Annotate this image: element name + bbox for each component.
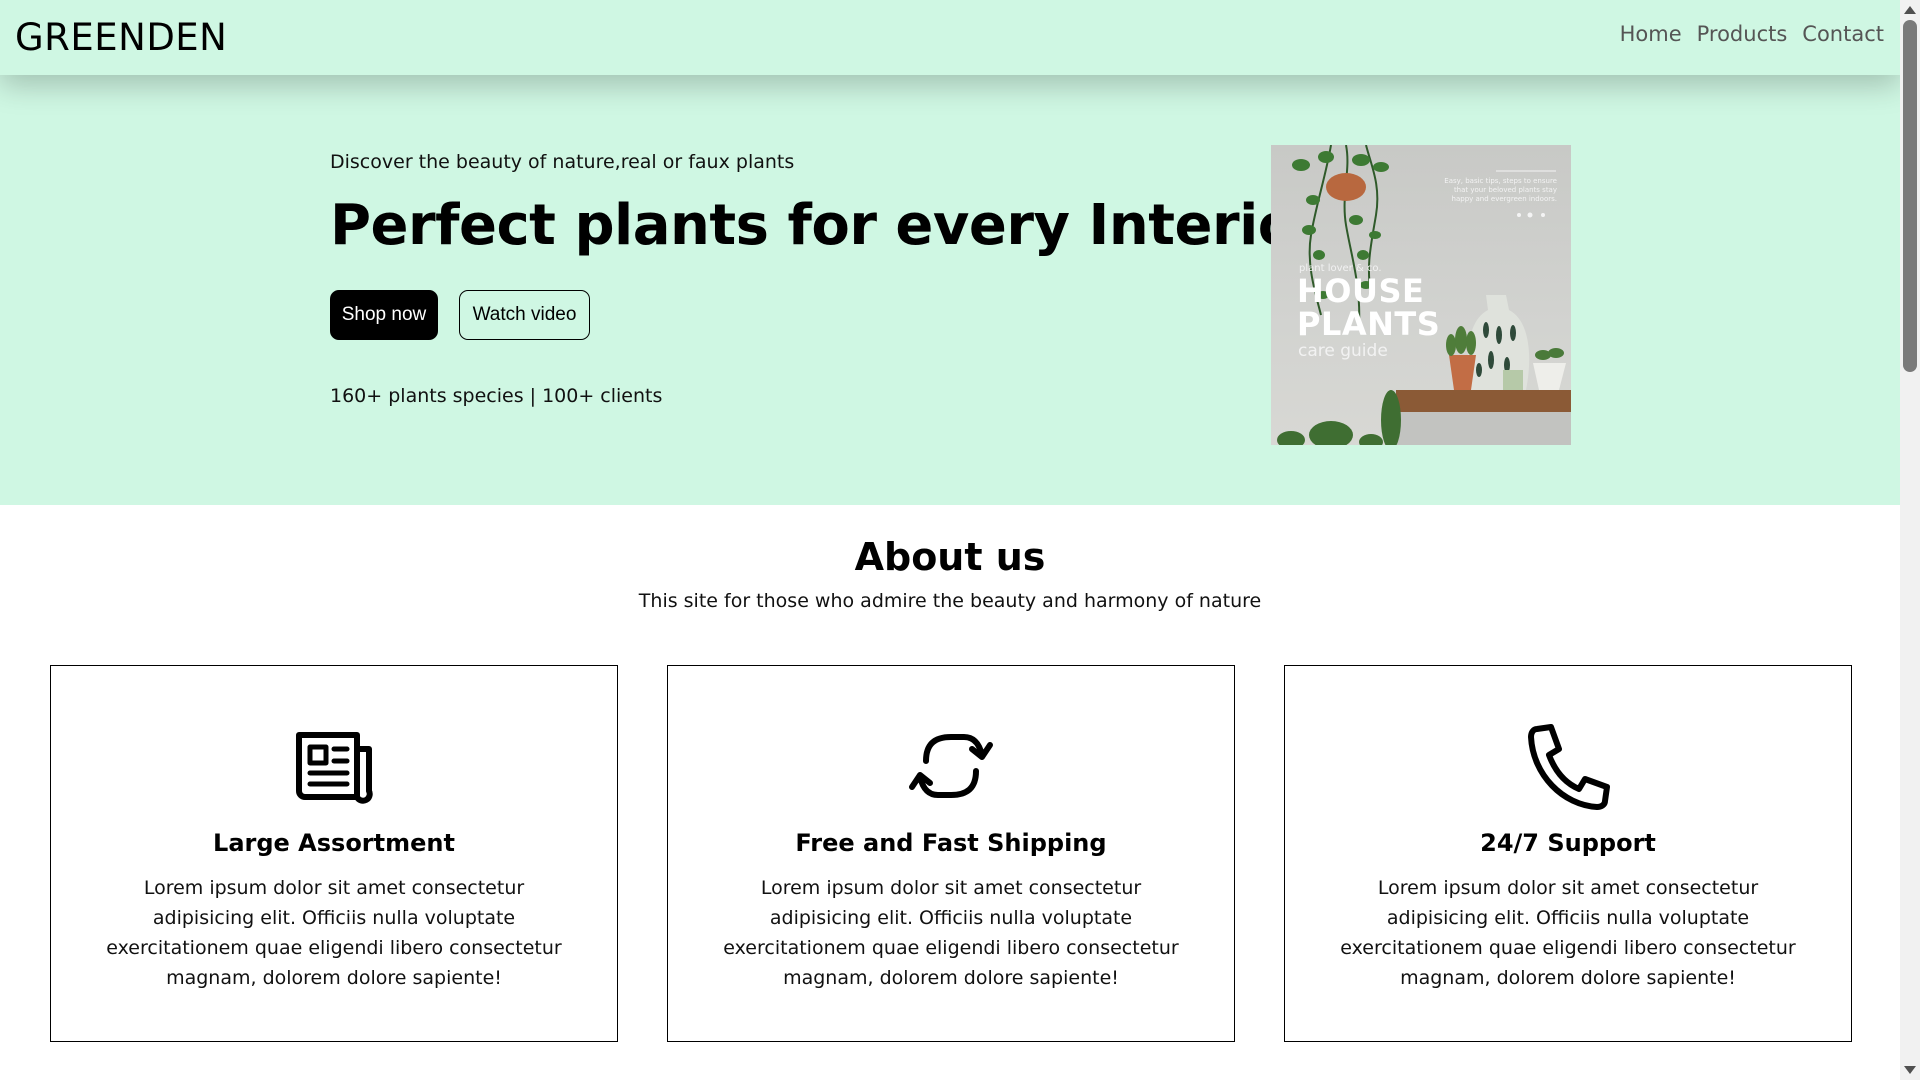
card-text: Lorem ipsum dolor sit amet consectetur a… — [1340, 877, 1796, 989]
card-text: Lorem ipsum dolor sit amet consectetur a… — [723, 877, 1179, 989]
nav-link-contact[interactable]: Contact — [1802, 22, 1884, 46]
scroll-up-arrow-icon[interactable] — [1904, 6, 1916, 14]
image-subtitle: care guide — [1298, 341, 1388, 361]
hero-section: Discover the beauty of nature,real or fa… — [0, 75, 1900, 505]
nav-links: Home Products Contact — [1620, 22, 1884, 46]
card-text: Lorem ipsum dolor sit amet consectetur a… — [106, 877, 562, 989]
repeat-arrows-icon — [909, 734, 993, 798]
hero-tagline: Discover the beauty of nature,real or fa… — [330, 151, 795, 173]
nav-link-products[interactable]: Products — [1697, 22, 1788, 46]
navbar: GREENDEN Home Products Contact — [0, 0, 1900, 75]
scrollbar-thumb[interactable] — [1903, 20, 1917, 372]
feature-card-support: 24/7 Support Lorem ipsum dolor sit amet … — [1284, 665, 1852, 1042]
image-title: HOUSE PLANTS — [1297, 275, 1440, 341]
shop-now-button[interactable]: Shop now — [330, 290, 438, 340]
nav-link-home[interactable]: Home — [1620, 22, 1682, 46]
scroll-down-arrow-icon[interactable] — [1904, 1066, 1916, 1074]
image-small-text: Easy, basic tips, steps to ensure that y… — [1444, 177, 1557, 203]
about-title: About us — [854, 535, 1046, 579]
watch-video-button[interactable]: Watch video — [459, 290, 590, 340]
brand-logo[interactable]: GREENDEN — [15, 16, 227, 59]
vertical-scrollbar[interactable] — [1900, 0, 1920, 1080]
card-title: Free and Fast Shipping — [795, 829, 1107, 857]
feature-card-shipping: Free and Fast Shipping Lorem ipsum dolor… — [667, 665, 1235, 1042]
hero-title: Perfect plants for every Interior — [330, 193, 1323, 258]
card-title: Large Assortment — [213, 829, 455, 857]
hero-stats: 160+ plants species | 100+ clients — [330, 385, 663, 407]
house-plants-guide-image: Easy, basic tips, steps to ensure that y… — [1271, 145, 1571, 445]
feature-card-assortment: Large Assortment Lorem ipsum dolor sit a… — [50, 665, 618, 1042]
newspaper-icon — [296, 732, 373, 804]
card-title: 24/7 Support — [1480, 829, 1656, 857]
image-title-line-2: PLANTS — [1297, 305, 1441, 343]
page: GREENDEN Home Products Contact Discover … — [0, 0, 1900, 1080]
image-title-line-1: HOUSE — [1297, 272, 1425, 310]
phone-icon — [1528, 724, 1610, 810]
about-subtitle: This site for those who admire the beaut… — [638, 590, 1262, 612]
